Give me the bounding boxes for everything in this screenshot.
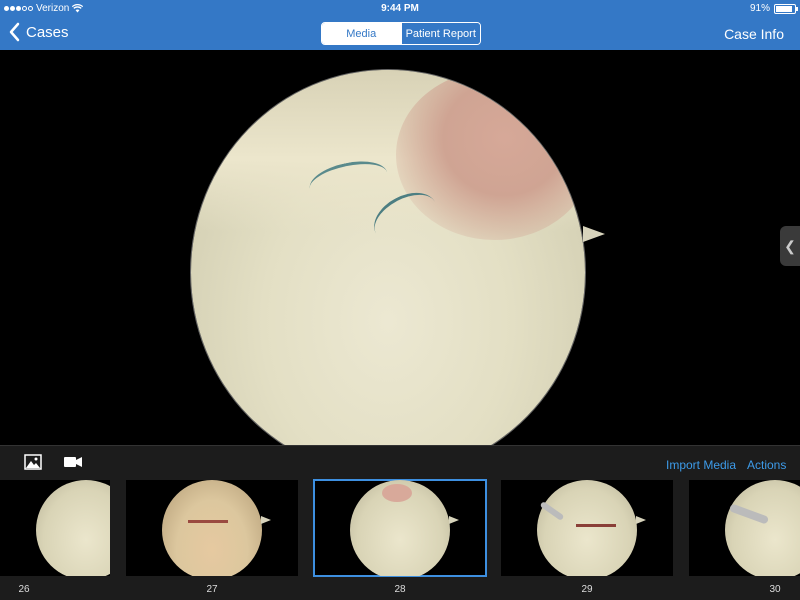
thumbnail-label: 26 — [18, 584, 30, 595]
media-toolbar: Import Media Actions — [0, 445, 800, 480]
case-info-button[interactable]: Case Info — [724, 26, 784, 42]
status-bar: Verizon 9:44 PM 91% — [0, 0, 800, 17]
thumbnail[interactable] — [689, 480, 800, 576]
battery-percent: 91% — [749, 3, 770, 14]
video-camera-icon[interactable] — [64, 456, 82, 468]
thumbnail-label: 30 — [769, 584, 781, 595]
arthroscopy-image — [191, 70, 585, 445]
navigation-bar: Cases Media Patient Report Case Info — [0, 17, 800, 50]
scope-orientation-marker — [583, 226, 605, 242]
segment-media[interactable]: Media — [322, 23, 401, 44]
chevron-left-icon — [9, 22, 20, 42]
clock: 9:44 PM — [381, 3, 419, 14]
side-panel-toggle[interactable]: ❮ — [780, 226, 800, 266]
import-media-button[interactable]: Import Media — [666, 458, 736, 472]
thumbnail-label: 28 — [394, 584, 406, 595]
view-segmented-control: Media Patient Report — [321, 22, 481, 45]
thumbnail-strip[interactable]: 26 27 28 29 30 — [0, 479, 800, 600]
thumbnail-label: 27 — [206, 584, 218, 595]
photo-icon[interactable] — [24, 454, 42, 470]
segment-patient-report[interactable]: Patient Report — [400, 23, 480, 44]
thumbnail[interactable] — [0, 480, 110, 576]
thumbnail[interactable] — [126, 480, 298, 576]
actions-button[interactable]: Actions — [747, 458, 786, 472]
battery-info: 91% — [749, 3, 798, 14]
battery-icon — [774, 3, 798, 14]
back-button[interactable]: Cases — [8, 22, 69, 42]
thumbnail-label: 29 — [581, 584, 593, 595]
thumbnail[interactable] — [501, 480, 673, 576]
back-label: Cases — [26, 23, 69, 41]
thumbnail-selected[interactable] — [313, 479, 487, 577]
chevron-left-icon: ❮ — [784, 237, 796, 254]
media-viewer[interactable]: ❮ — [0, 50, 800, 445]
